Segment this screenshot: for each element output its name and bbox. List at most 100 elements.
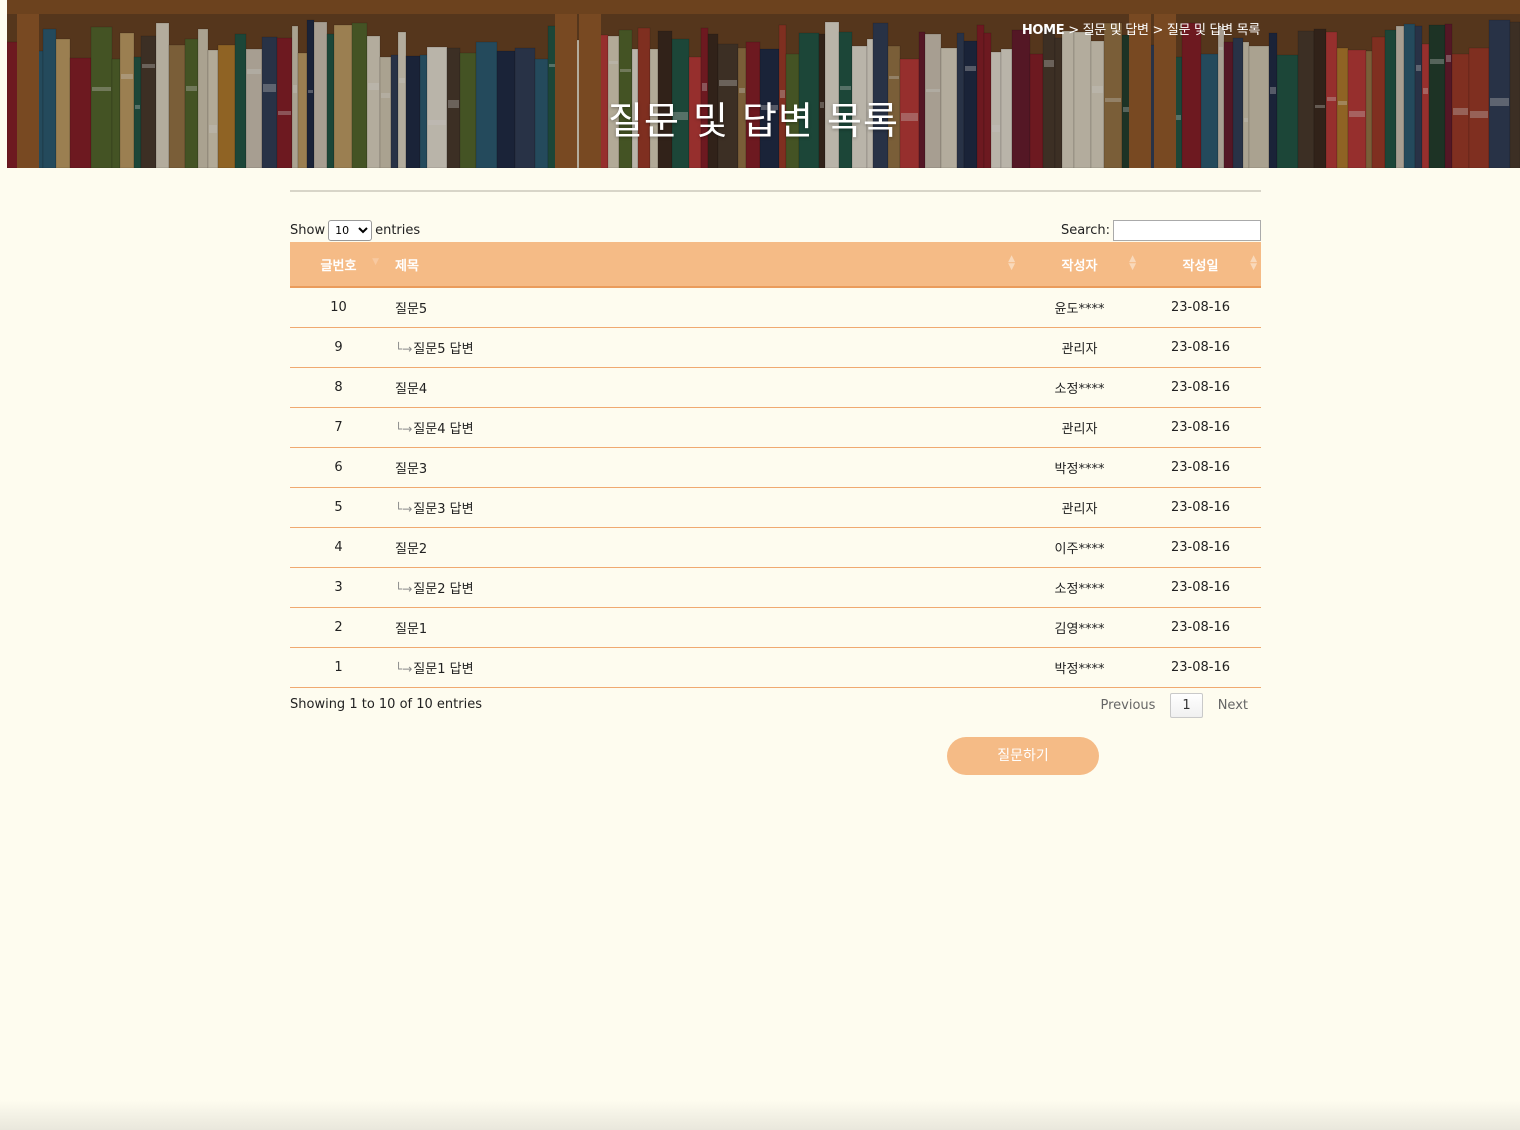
post-author: 박정****	[1019, 447, 1140, 488]
reply-arrow-icon: └→	[395, 422, 413, 436]
post-title-link[interactable]: 질문5	[395, 302, 427, 317]
breadcrumb: HOME > 질문 및 답변 > 질문 및 답변 목록	[1022, 19, 1260, 38]
sort-both-icon: ▲ ▼	[1129, 254, 1136, 272]
post-title-cell: └→질문4 답변	[387, 407, 1019, 448]
table-row[interactable]: 4 질문2 이주**** 23-08-16	[290, 527, 1261, 568]
post-date: 23-08-16	[1140, 487, 1261, 528]
sort-both-icon: ▲ ▼	[1008, 254, 1015, 272]
table-row[interactable]: 8 질문4 소정**** 23-08-16	[290, 367, 1261, 408]
post-number: 4	[290, 527, 387, 568]
page: HOME > 질문 및 답변 > 질문 및 답변 목록 질문 및 답변 목록 S…	[0, 0, 1520, 1130]
post-title-cell: 질문5	[387, 287, 1019, 328]
table-row[interactable]: 5 └→질문3 답변 관리자 23-08-16	[290, 487, 1261, 528]
column-header-number[interactable]: 글번호 ▼	[290, 242, 387, 288]
breadcrumb-home[interactable]: HOME	[1022, 23, 1065, 38]
post-author: 이주****	[1019, 527, 1140, 568]
post-title-cell: 질문4	[387, 367, 1019, 408]
previous-page-button[interactable]: Previous	[1087, 693, 1168, 718]
breadcrumb-separator: >	[1148, 23, 1167, 38]
sort-desc-icon: ▼	[372, 257, 379, 267]
post-author: 소정****	[1019, 567, 1140, 608]
table-row[interactable]: 1 └→질문1 답변 박정**** 23-08-16	[290, 647, 1261, 688]
table-controls: Show 102550100 entries Search:	[290, 192, 1261, 242]
table-row[interactable]: 7 └→질문4 답변 관리자 23-08-16	[290, 407, 1261, 448]
post-title-link[interactable]: 질문2 답변	[413, 582, 473, 597]
table-row[interactable]: 10 질문5 윤도**** 23-08-16	[290, 287, 1261, 328]
post-number: 2	[290, 607, 387, 648]
post-author: 관리자	[1019, 487, 1140, 528]
post-date: 23-08-16	[1140, 447, 1261, 488]
post-number: 5	[290, 487, 387, 528]
reply-arrow-icon: └→	[395, 582, 413, 596]
post-author: 관리자	[1019, 407, 1140, 448]
column-header-date[interactable]: 작성일 ▲ ▼	[1140, 242, 1261, 288]
reply-arrow-icon: └→	[395, 502, 413, 516]
post-author: 윤도****	[1019, 287, 1140, 328]
table-row[interactable]: 2 질문1 김영**** 23-08-16	[290, 607, 1261, 648]
post-title-cell: └→질문2 답변	[387, 567, 1019, 608]
post-author: 박정****	[1019, 647, 1140, 688]
post-date: 23-08-16	[1140, 607, 1261, 648]
post-date: 23-08-16	[1140, 567, 1261, 608]
table-header-row: 글번호 ▼ 제목 ▲ ▼ 작성자 ▲ ▼ 작성일 ▲ ▼	[290, 242, 1261, 288]
post-author: 소정****	[1019, 367, 1140, 408]
post-date: 23-08-16	[1140, 407, 1261, 448]
breadcrumb-current: 질문 및 답변 목록	[1166, 23, 1260, 38]
post-title-link[interactable]: 질문3 답변	[413, 502, 473, 517]
post-date: 23-08-16	[1140, 367, 1261, 408]
page-length-select[interactable]: 102550100	[328, 220, 373, 241]
table-info: Showing 1 to 10 of 10 entries	[290, 697, 482, 712]
post-number: 8	[290, 367, 387, 408]
post-title-cell: 질문3	[387, 447, 1019, 488]
page-length-control: Show 102550100 entries	[290, 220, 420, 241]
entries-label: entries	[375, 223, 421, 238]
table-row[interactable]: 3 └→질문2 답변 소정**** 23-08-16	[290, 567, 1261, 608]
reply-arrow-icon: └→	[395, 662, 413, 676]
qa-table: 글번호 ▼ 제목 ▲ ▼ 작성자 ▲ ▼ 작성일 ▲ ▼ 10 질문5 윤도**…	[290, 242, 1261, 688]
post-author: 김영****	[1019, 607, 1140, 648]
sort-both-icon: ▲ ▼	[1250, 254, 1257, 272]
search-control: Search:	[1061, 220, 1261, 241]
post-title-link[interactable]: 질문2	[395, 542, 427, 557]
breadcrumb-separator: >	[1064, 23, 1083, 38]
post-title-cell: 질문2	[387, 527, 1019, 568]
post-author: 관리자	[1019, 327, 1140, 368]
table-row[interactable]: 6 질문3 박정**** 23-08-16	[290, 447, 1261, 488]
column-header-title[interactable]: 제목 ▲ ▼	[387, 242, 1019, 288]
header-banner: HOME > 질문 및 답변 > 질문 및 답변 목록 질문 및 답변 목록	[7, 0, 1520, 168]
post-title-link[interactable]: 질문4 답변	[413, 422, 473, 437]
post-date: 23-08-16	[1140, 527, 1261, 568]
post-title-link[interactable]: 질문1 답변	[413, 662, 473, 677]
show-label: Show	[290, 223, 326, 238]
next-page-button[interactable]: Next	[1205, 693, 1261, 718]
post-number: 7	[290, 407, 387, 448]
pagination: Previous 1 Next	[1087, 693, 1261, 718]
breadcrumb-level1[interactable]: 질문 및 답변	[1083, 23, 1149, 38]
post-date: 23-08-16	[1140, 287, 1261, 328]
post-title-cell: └→질문3 답변	[387, 487, 1019, 528]
qa-list-section: Show 102550100 entries Search: 글번호 ▼ 제목	[290, 190, 1261, 728]
post-title-link[interactable]: 질문4	[395, 382, 427, 397]
table-body: 10 질문5 윤도**** 23-08-16 9 └→질문5 답변 관리자 23-08-16 8…	[290, 287, 1261, 688]
post-date: 23-08-16	[1140, 647, 1261, 688]
post-title-cell: └→질문5 답변	[387, 327, 1019, 368]
post-title-link[interactable]: 질문1	[395, 622, 427, 637]
table-row[interactable]: 9 └→질문5 답변 관리자 23-08-16	[290, 327, 1261, 368]
page-title: 질문 및 답변 목록	[608, 99, 899, 143]
reply-arrow-icon: └→	[395, 342, 413, 356]
search-label: Search:	[1060, 223, 1110, 238]
post-number: 10	[290, 287, 387, 328]
table-footer: Showing 1 to 10 of 10 entries Previous 1…	[290, 688, 1261, 728]
post-title-link[interactable]: 질문3	[395, 462, 427, 477]
post-date: 23-08-16	[1140, 327, 1261, 368]
page-button-current[interactable]: 1	[1170, 693, 1203, 718]
search-input[interactable]	[1113, 220, 1261, 241]
post-number: 1	[290, 647, 387, 688]
ask-question-button[interactable]: 질문하기	[947, 737, 1099, 775]
post-number: 3	[290, 567, 387, 608]
column-header-author[interactable]: 작성자 ▲ ▼	[1019, 242, 1140, 288]
post-title-link[interactable]: 질문5 답변	[413, 342, 473, 357]
post-title-cell: 질문1	[387, 607, 1019, 648]
post-number: 9	[290, 327, 387, 368]
post-title-cell: └→질문1 답변	[387, 647, 1019, 688]
